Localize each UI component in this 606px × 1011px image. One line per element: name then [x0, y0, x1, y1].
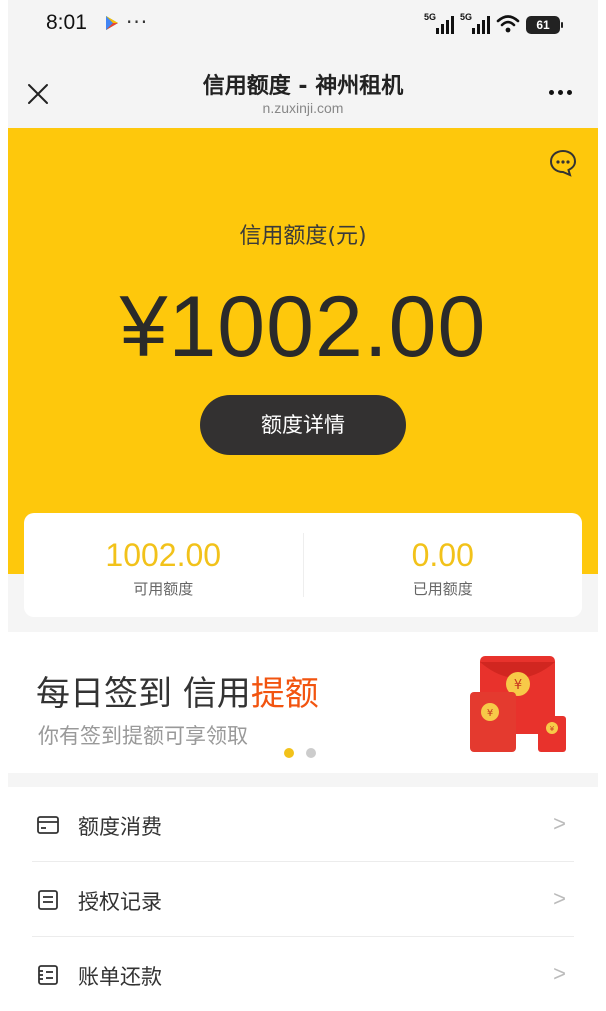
page-url: n.zuxinji.com — [262, 100, 344, 116]
menu-item-label: 授权记录 — [78, 890, 162, 914]
chevron-right-icon: > — [553, 886, 566, 911]
red-envelope-icon: ¥ ¥ ¥ — [470, 656, 566, 752]
svg-text:¥: ¥ — [550, 725, 555, 733]
banner-title: 每日签到 信用提额 — [36, 674, 319, 714]
chevron-right-icon: > — [553, 961, 566, 986]
menu-item-label: 额度消费 — [78, 815, 162, 839]
banner-title-highlight: 提额 — [250, 674, 319, 714]
carousel-dots — [284, 748, 316, 758]
available-quota-value: 1002.00 — [105, 537, 222, 573]
menu-list: 额度消费 > 授权记录 > 账单还款 > — [8, 787, 598, 1011]
quota-detail-button[interactable]: 额度详情 — [200, 395, 406, 455]
app-page: 8:01 ··· 5G 5G 61 信用额度 - 神州租机 n.zuxinji.… — [8, 0, 598, 1011]
menu-item-quota-consumption[interactable]: 额度消费 > — [32, 787, 574, 862]
signal-icon: 5G — [424, 12, 454, 34]
page-title: 信用额度 - 神州租机 — [202, 74, 404, 99]
carousel-dot-active[interactable] — [284, 748, 294, 758]
battery-icon: 61 — [526, 16, 563, 34]
menu-item-label: 账单还款 — [78, 965, 162, 989]
bill-icon — [38, 965, 58, 985]
svg-text:¥: ¥ — [487, 708, 493, 719]
credit-hero: 信用额度(元) ¥1002.00 额度详情 — [8, 128, 598, 574]
document-icon — [38, 890, 58, 910]
menu-item-bill-repayment[interactable]: 账单还款 > — [32, 937, 574, 1011]
credit-amount: ¥1002.00 — [119, 279, 487, 375]
card-icon — [37, 816, 59, 834]
status-time: 8:01 — [46, 11, 87, 34]
title-bar: 信用额度 - 神州租机 n.zuxinji.com — [8, 54, 598, 128]
menu-item-authorization-records[interactable]: 授权记录 > — [32, 862, 574, 937]
used-quota-label: 已用额度 — [412, 580, 473, 598]
chat-bubble-icon[interactable] — [548, 148, 578, 178]
notification-more-icon: ··· — [126, 10, 149, 34]
available-quota-label: 可用额度 — [133, 580, 194, 598]
banner-subtitle: 你有签到提额可享领取 — [38, 724, 248, 748]
more-options-icon[interactable] — [549, 90, 572, 95]
available-quota: 1002.00 可用额度 — [24, 513, 303, 617]
chevron-right-icon: > — [553, 811, 566, 836]
wifi-icon — [496, 15, 520, 33]
carousel-dot[interactable] — [306, 748, 316, 758]
svg-text:¥: ¥ — [514, 678, 522, 693]
used-quota: 0.00 已用额度 — [304, 513, 583, 617]
status-bar: 8:01 ··· 5G 5G 61 — [8, 0, 598, 54]
credit-label: 信用额度(元) — [239, 224, 367, 249]
play-store-icon — [106, 16, 118, 30]
checkin-banner[interactable]: 每日签到 信用提额 你有签到提额可享领取 ¥ ¥ ¥ — [8, 632, 598, 773]
used-quota-value: 0.00 — [411, 537, 474, 573]
signal-icon: 5G — [460, 12, 490, 34]
quota-card: 1002.00 可用额度 0.00 已用额度 — [24, 513, 582, 617]
